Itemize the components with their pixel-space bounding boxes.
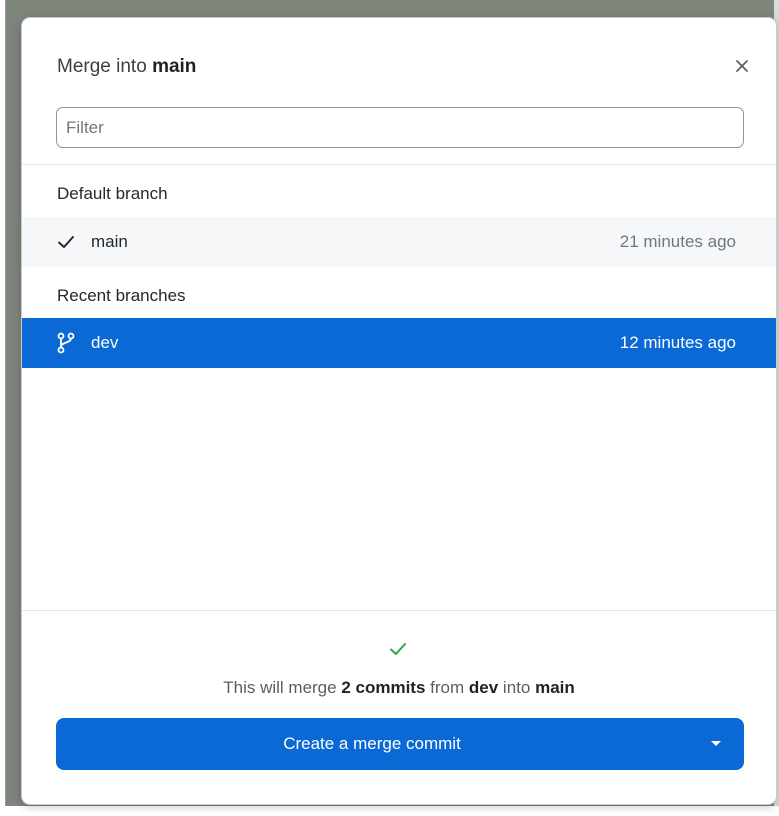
divider-bottom	[22, 610, 776, 611]
git-branch-icon	[56, 318, 76, 368]
success-check-icon	[390, 643, 406, 655]
dialog-title-prefix: Merge into	[57, 56, 147, 77]
divider-top	[22, 164, 776, 165]
summary-source-branch: dev	[468, 678, 499, 697]
dialog-header: Merge into main	[22, 18, 776, 112]
section-default-branch: Default branch	[57, 184, 168, 203]
dialog-title-branch: main	[152, 56, 197, 77]
filter-input[interactable]	[56, 107, 744, 148]
dialog-title: Merge into main	[57, 56, 196, 78]
summary-commit-count: 2 commits	[341, 678, 426, 697]
check-icon	[56, 217, 76, 267]
branch-name: main	[91, 232, 128, 251]
backdrop-left-edge	[0, 0, 6, 816]
summary-text: from	[430, 678, 465, 697]
summary-text: into	[502, 678, 531, 697]
summary-text: This will merge	[223, 678, 337, 697]
branch-row-dev[interactable]: dev 12 minutes ago	[22, 318, 776, 368]
section-recent-branches: Recent branches	[57, 286, 186, 305]
merge-summary: This will merge 2 commits from dev into …	[22, 678, 776, 698]
merge-button-label: Create a merge commit	[283, 734, 461, 753]
create-merge-commit-button[interactable]: Create a merge commit	[56, 718, 744, 770]
branch-time: 12 minutes ago	[619, 333, 736, 352]
merge-options-dropdown[interactable]	[688, 718, 744, 770]
branch-row-main[interactable]: main 21 minutes ago	[22, 217, 776, 267]
backdrop-top	[0, 0, 779, 8]
close-button[interactable]	[728, 52, 756, 80]
branch-time: 21 minutes ago	[619, 232, 736, 251]
branch-name: dev	[91, 333, 119, 352]
summary-target-branch: main	[535, 678, 575, 697]
merge-dialog: Merge into main Default branch main 21 m…	[22, 18, 776, 804]
caret-down-icon	[711, 741, 721, 746]
close-icon	[736, 60, 748, 72]
backdrop-bottom-edge	[0, 806, 779, 816]
